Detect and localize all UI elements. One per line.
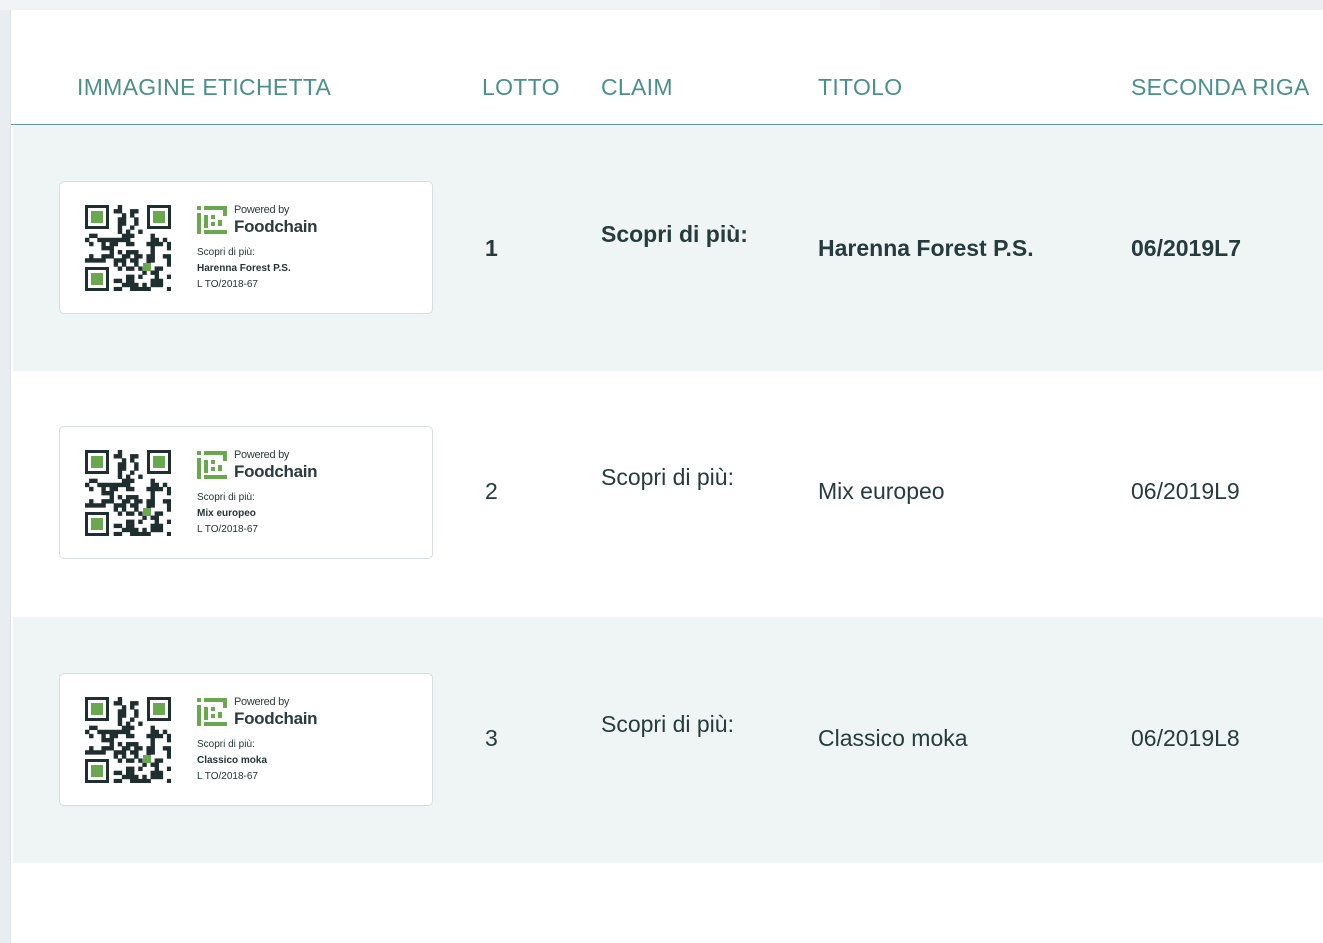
table-row[interactable]: Powered by Foodchain Scopri di più: Clas… xyxy=(13,617,1323,863)
cell-claim: Scopri di più: xyxy=(601,711,734,737)
cell-title: Classico moka xyxy=(818,725,968,751)
label-claim: Scopri di più: xyxy=(197,492,255,503)
table-row[interactable]: Powered by Foodchain Scopri di più: Mix … xyxy=(13,371,1323,617)
label-product-name: Classico moka xyxy=(197,755,268,766)
cell-lot: 1 xyxy=(485,235,498,261)
cell-second-line: 06/2019L7 xyxy=(1131,235,1241,261)
header-title[interactable]: TITOLO xyxy=(818,74,902,101)
brand-name: Foodchain xyxy=(234,709,318,728)
label-lot: L TO/2018-67 xyxy=(197,771,258,782)
table-row[interactable]: Powered by Foodchain Scopri di più: Hare… xyxy=(13,125,1323,371)
label-preview[interactable]: Powered by Foodchain Scopri di più: Mix … xyxy=(59,426,433,559)
cell-claim: Scopri di più: xyxy=(601,221,748,247)
cell-second-line: 06/2019L8 xyxy=(1131,725,1240,751)
cell-second-line: 06/2019L9 xyxy=(1131,478,1240,504)
label-product-name: Harenna Forest P.S. xyxy=(197,263,291,274)
label-claim: Scopri di più: xyxy=(197,247,255,258)
foodchain-logo-icon xyxy=(197,698,227,726)
cell-claim: Scopri di più: xyxy=(601,464,734,490)
table-header: IMMAGINE ETICHETTA LOTTO CLAIM TITOLO SE… xyxy=(10,10,1323,125)
label-table-panel: IMMAGINE ETICHETTA LOTTO CLAIM TITOLO SE… xyxy=(10,10,1323,943)
qr-code-icon xyxy=(85,205,171,291)
brand-name: Foodchain xyxy=(234,462,318,481)
label-lot: L TO/2018-67 xyxy=(197,524,258,535)
brand-name: Foodchain xyxy=(234,217,318,236)
cell-lot: 2 xyxy=(485,478,498,504)
cell-title: Harenna Forest P.S. xyxy=(818,235,1034,261)
cell-lot: 3 xyxy=(485,725,498,751)
header-lot[interactable]: LOTTO xyxy=(482,74,560,101)
cell-title: Mix europeo xyxy=(818,478,945,504)
label-product-name: Mix europeo xyxy=(197,508,256,519)
panel-left-border xyxy=(10,10,11,943)
label-preview[interactable]: Powered by Foodchain Scopri di più: Clas… xyxy=(59,673,433,806)
header-claim[interactable]: CLAIM xyxy=(601,74,673,101)
foodchain-logo-icon xyxy=(197,451,227,479)
foodchain-logo-icon xyxy=(197,206,227,234)
header-second-line[interactable]: SECONDA RIGA xyxy=(1131,74,1310,101)
powered-by-text: Powered by xyxy=(234,204,290,216)
top-strip xyxy=(0,0,1323,10)
powered-by-text: Powered by xyxy=(234,449,290,461)
qr-code-icon xyxy=(85,450,171,536)
powered-by-text: Powered by xyxy=(234,696,290,708)
qr-code-icon xyxy=(85,697,171,783)
label-claim: Scopri di più: xyxy=(197,739,255,750)
header-image[interactable]: IMMAGINE ETICHETTA xyxy=(77,74,331,101)
label-preview[interactable]: Powered by Foodchain Scopri di più: Hare… xyxy=(59,181,433,314)
label-lot: L TO/2018-67 xyxy=(197,279,258,290)
